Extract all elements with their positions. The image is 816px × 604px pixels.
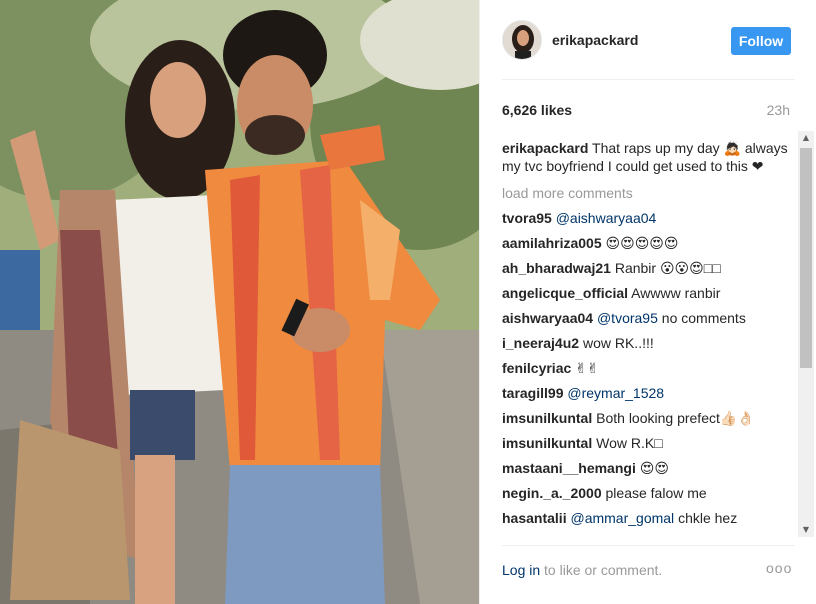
comment-username[interactable]: negin._a._2000: [502, 485, 602, 501]
follow-button[interactable]: Follow: [731, 27, 791, 55]
comment-username[interactable]: taragill99: [502, 385, 563, 401]
scrollbar-thumb[interactable]: [800, 148, 812, 368]
comment-username[interactable]: i_neeraj4u2: [502, 335, 579, 351]
comment-text: Both looking prefect👍🏻👌🏻: [596, 410, 755, 426]
comment-username[interactable]: ah_bharadwaj21: [502, 260, 611, 276]
post-photo[interactable]: [0, 0, 479, 604]
list-item: imsunilkuntal Both looking prefect👍🏻👌🏻: [502, 409, 796, 427]
scroll-down-arrow-icon[interactable]: ▼: [798, 523, 814, 537]
comment-username[interactable]: imsunilkuntal: [502, 435, 592, 451]
comment-text: chkle hez: [678, 510, 738, 526]
post-username[interactable]: erikapackard: [552, 32, 638, 48]
more-options-icon[interactable]: ooo: [766, 560, 792, 576]
list-item: i_neeraj4u2 wow RK..!!!: [502, 334, 796, 352]
login-link[interactable]: Log in: [502, 562, 540, 578]
comment-username[interactable]: imsunilkuntal: [502, 410, 592, 426]
comment-text: Ranbir 😮😮😍□□: [614, 260, 721, 276]
comment-username[interactable]: mastaani__hemangi: [502, 460, 636, 476]
comment-text: Wow R.K□: [596, 435, 663, 451]
caption: erikapackard That raps up my day 🙇🏻 alwa…: [502, 139, 796, 175]
list-item: mastaani__hemangi 😍😍: [502, 459, 796, 477]
likes-count[interactable]: 6,626 likes: [502, 102, 572, 118]
list-item: aishwaryaa04 @tvora95 no comments: [502, 309, 796, 327]
comment-mention[interactable]: @aishwaryaa04: [556, 210, 657, 226]
comments-list[interactable]: erikapackard That raps up my day 🙇🏻 alwa…: [502, 132, 796, 538]
comment-mention[interactable]: @tvora95: [597, 310, 658, 326]
list-item: taragill99 @reymar_1528: [502, 384, 796, 402]
comment-username[interactable]: fenilcyriac: [502, 360, 571, 376]
comment-text: 😍😍😍😍😍: [605, 235, 679, 251]
list-item: negin._a._2000 please falow me: [502, 484, 796, 502]
comment-username[interactable]: aishwaryaa04: [502, 310, 593, 326]
list-item: tvora95 @aishwaryaa04: [502, 209, 796, 227]
scroll-up-arrow-icon[interactable]: ▲: [798, 131, 814, 145]
comment-text: ✌✌: [575, 360, 599, 376]
post-sidebar: erikapackard Follow 6,626 likes 23h erik…: [479, 0, 816, 604]
avatar[interactable]: [502, 20, 542, 60]
comment-text: please falow me: [605, 485, 707, 501]
list-item: angelicque_official Awwww ranbir: [502, 284, 796, 302]
post-header: erikapackard Follow: [480, 0, 816, 80]
list-item: fenilcyriac ✌✌: [502, 359, 796, 377]
footer-divider: [502, 545, 795, 546]
comment-username[interactable]: hasantalii: [502, 510, 567, 526]
comment-text: 😍😍: [639, 460, 669, 476]
comment-username[interactable]: tvora95: [502, 210, 552, 226]
comment-text: Awwww ranbir: [631, 285, 721, 301]
comment-mention[interactable]: @reymar_1528: [567, 385, 664, 401]
comments-scrollbar[interactable]: ▲ ▼: [798, 131, 814, 537]
login-prompt-text: to like or comment.: [540, 562, 663, 578]
comment-username[interactable]: aamilahriza005: [502, 235, 602, 251]
comment-username[interactable]: angelicque_official: [502, 285, 628, 301]
list-item: hasantalii @ammar_gomal chkle hez: [502, 509, 796, 527]
comment-text: wow RK..!!!: [582, 335, 654, 351]
comment-text: no comments: [661, 310, 746, 326]
comment-mention[interactable]: @ammar_gomal: [570, 510, 674, 526]
caption-username[interactable]: erikapackard: [502, 140, 588, 156]
list-item: ah_bharadwaj21 Ranbir 😮😮😍□□: [502, 259, 796, 277]
header-divider: [502, 79, 795, 80]
load-more-comments-link[interactable]: load more comments: [502, 184, 796, 202]
login-prompt: Log in to like or comment.: [502, 562, 662, 578]
list-item: aamilahriza005 😍😍😍😍😍: [502, 234, 796, 252]
post-timestamp[interactable]: 23h: [767, 102, 790, 118]
list-item: imsunilkuntal Wow R.K□: [502, 434, 796, 452]
